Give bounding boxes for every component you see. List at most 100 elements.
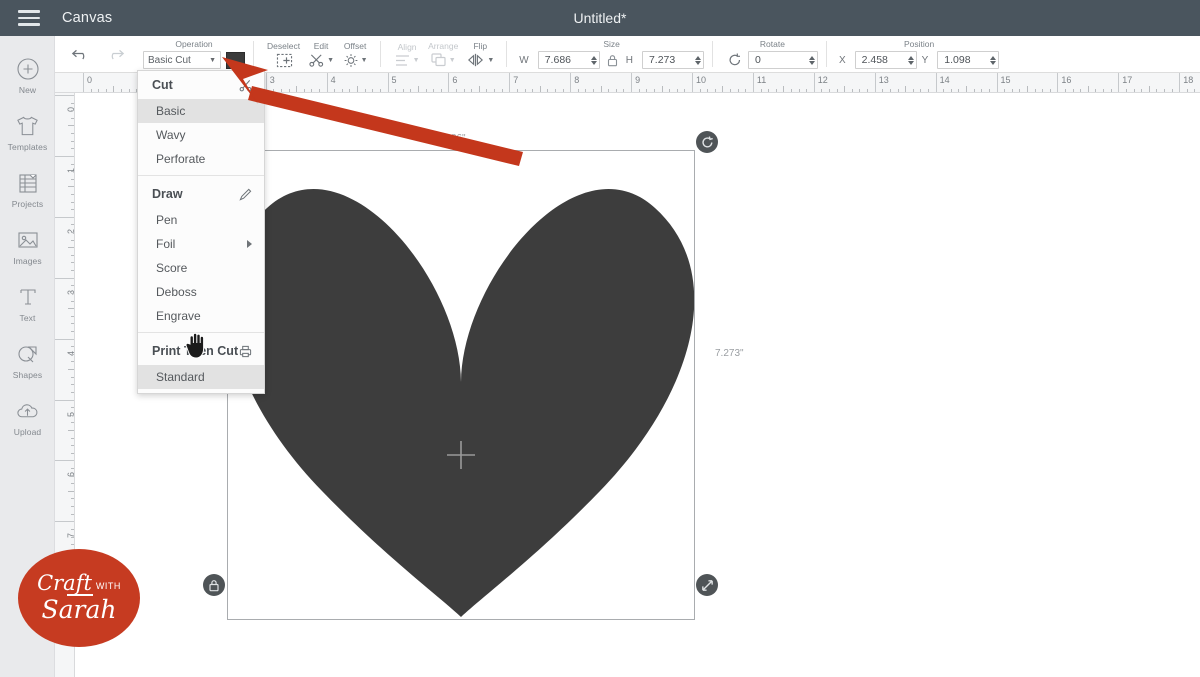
- ruler-tick-major: [55, 278, 75, 279]
- rotate-icon: [727, 53, 743, 67]
- menu-section-cut: Cut: [138, 71, 264, 99]
- height-field[interactable]: [642, 51, 704, 69]
- width-stepper[interactable]: [589, 56, 597, 65]
- position-y-stepper[interactable]: [988, 56, 996, 65]
- deselect-button[interactable]: Deselect: [263, 41, 304, 68]
- ruler-label-h: 0: [87, 75, 92, 85]
- sidebar-item-text[interactable]: Text: [0, 276, 55, 331]
- crosshair-icon: [445, 439, 477, 471]
- menu-item-pen[interactable]: Pen: [138, 208, 264, 232]
- notebook-icon: [16, 170, 40, 196]
- lock-handle[interactable]: [203, 574, 225, 596]
- align-arrange-flip-group: Align ▼ Arrange ▼: [381, 36, 507, 72]
- aspect-lock-icon[interactable]: [605, 54, 621, 67]
- height-input[interactable]: [649, 54, 693, 66]
- ruler-tick-major: [1179, 73, 1180, 93]
- position-label: Position: [904, 39, 934, 49]
- menu-item-label-perforate: Perforate: [156, 152, 205, 166]
- tshirt-icon: [15, 113, 40, 139]
- chevron-down-icon: ▼: [487, 57, 494, 64]
- width-field[interactable]: [538, 51, 600, 69]
- width-input[interactable]: [545, 54, 589, 66]
- offset-label: Offset: [344, 41, 367, 51]
- edit-button[interactable]: Edit ▼: [304, 41, 338, 68]
- ruler-tick-minor: [418, 86, 419, 93]
- position-x-field[interactable]: [855, 51, 917, 69]
- sidebar-item-shapes[interactable]: Shapes: [0, 333, 55, 388]
- height-stepper[interactable]: [693, 56, 701, 65]
- position-group: Position X Y: [827, 36, 1008, 72]
- ruler-tick-minor: [905, 86, 906, 93]
- position-x-stepper[interactable]: [906, 56, 914, 65]
- rotate-field[interactable]: [748, 51, 818, 69]
- ruler-tick-major: [997, 73, 998, 93]
- position-y-input[interactable]: [944, 54, 988, 66]
- sidebar-item-images[interactable]: Images: [0, 219, 55, 274]
- operation-color-swatch[interactable]: [226, 52, 245, 69]
- width-dimension-label: 7.686": [437, 133, 466, 144]
- ruler-tick-minor: [113, 86, 114, 93]
- flip-button[interactable]: Flip ▼: [462, 41, 498, 67]
- ruler-tick-major: [814, 73, 815, 93]
- resize-handle[interactable]: [696, 574, 718, 596]
- picture-icon: [16, 227, 40, 253]
- ruler-tick-minor: [68, 308, 75, 309]
- menu-item-engrave[interactable]: Engrave: [138, 304, 264, 328]
- sidebar-item-upload[interactable]: Upload: [0, 390, 55, 445]
- menu-item-deboss[interactable]: Deboss: [138, 280, 264, 304]
- offset-button[interactable]: Offset ▼: [338, 41, 372, 68]
- align-label: Align: [398, 42, 417, 52]
- ruler-tick-major: [509, 73, 510, 93]
- sidebar-label-projects: Projects: [12, 199, 44, 209]
- menu-item-label-standard: Standard: [156, 370, 205, 384]
- hand-pointer-cursor: [184, 330, 210, 365]
- hamburger-menu-icon[interactable]: [18, 10, 40, 26]
- undo-icon[interactable]: [71, 47, 91, 61]
- operation-select-value: Basic Cut: [148, 55, 191, 66]
- edit-label: Edit: [314, 41, 329, 51]
- rotate-stepper[interactable]: [807, 56, 815, 65]
- sidebar-item-templates[interactable]: Templates: [0, 105, 55, 160]
- menu-item-basic[interactable]: Basic: [138, 99, 264, 123]
- sidebar-label-upload: Upload: [14, 427, 42, 437]
- sidebar-item-projects[interactable]: Projects: [0, 162, 55, 217]
- ruler-tick-major: [327, 73, 328, 93]
- sidebar-label-new: New: [19, 85, 36, 95]
- ruler-label-h: 9: [635, 75, 640, 85]
- size-group: Size W H: [507, 36, 713, 72]
- menu-item-score[interactable]: Score: [138, 256, 264, 280]
- rotate-input[interactable]: [755, 54, 807, 66]
- height-prefix: H: [626, 55, 633, 66]
- redo-icon[interactable]: [105, 47, 125, 61]
- ruler-tick-major: [55, 460, 75, 461]
- chevron-down-icon: ▼: [361, 57, 368, 64]
- height-dimension-label: 7.273": [715, 348, 744, 359]
- position-y-field[interactable]: [937, 51, 999, 69]
- menu-item-standard[interactable]: Standard: [138, 365, 264, 389]
- ruler-tick-minor: [1088, 86, 1089, 93]
- sidebar-item-new[interactable]: New: [0, 48, 55, 103]
- sidebar-label-images: Images: [13, 256, 41, 266]
- menu-item-perforate[interactable]: Perforate: [138, 147, 264, 171]
- ruler-label-h: 4: [331, 75, 336, 85]
- menu-item-wavy[interactable]: Wavy: [138, 123, 264, 147]
- menu-item-foil[interactable]: Foil: [138, 232, 264, 256]
- ruler-tick-minor: [662, 86, 663, 93]
- ruler-tick-minor: [357, 86, 358, 93]
- text-t-icon: [17, 284, 39, 310]
- position-x-prefix: X: [839, 55, 846, 66]
- align-button[interactable]: Align ▼: [390, 42, 424, 67]
- ruler-tick-major: [55, 521, 75, 522]
- flip-icon: ▼: [466, 53, 494, 67]
- ruler-label-h: 14: [940, 75, 950, 85]
- operation-select[interactable]: Basic Cut ▼: [143, 51, 221, 69]
- ruler-tick-minor: [296, 86, 297, 93]
- rotate-handle[interactable]: [696, 131, 718, 153]
- ruler-tick-minor: [68, 430, 75, 431]
- ruler-tick-minor: [68, 125, 75, 126]
- position-x-input[interactable]: [862, 54, 906, 66]
- arrange-button[interactable]: Arrange ▼: [424, 41, 462, 67]
- ruler-tick-minor: [601, 86, 602, 93]
- arrange-label: Arrange: [428, 41, 458, 51]
- ruler-label-h: 17: [1122, 75, 1132, 85]
